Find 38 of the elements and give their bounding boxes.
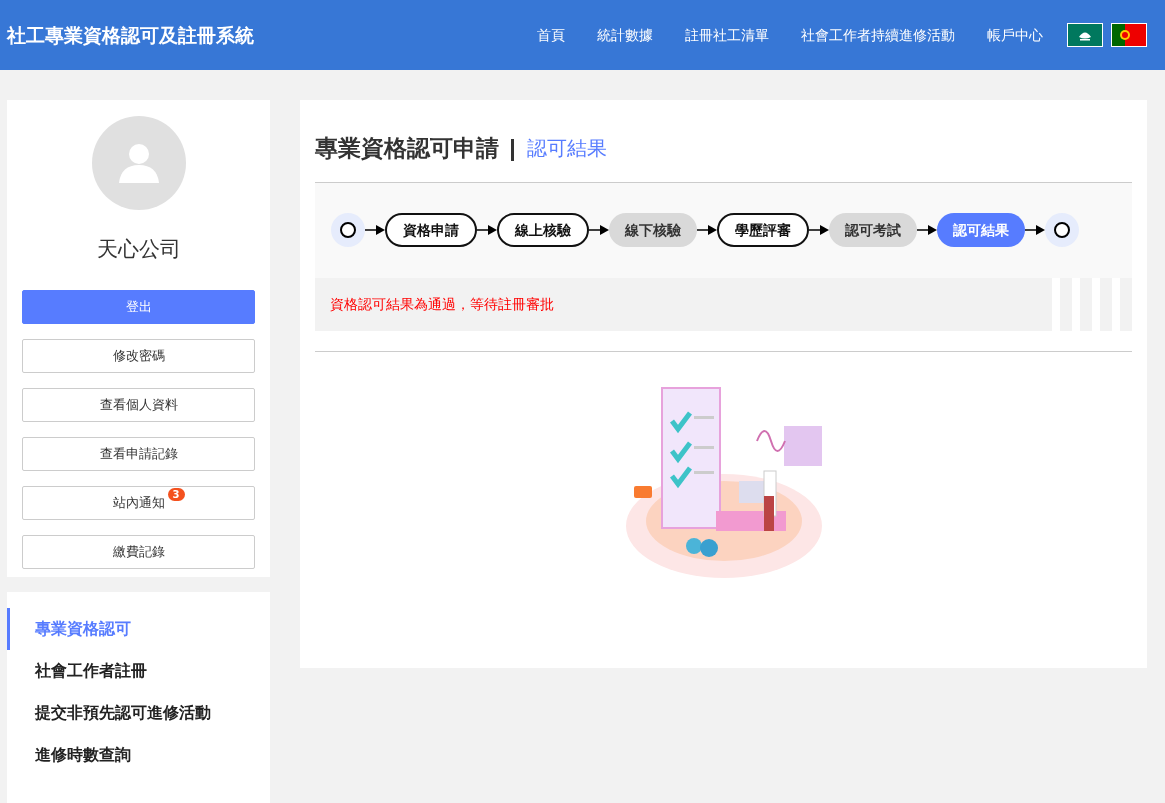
profile-button[interactable]: 查看個人資料 (22, 387, 255, 422)
site-title: 社工專業資格認可及註冊系統 (7, 22, 254, 48)
arrow-icon (809, 225, 829, 235)
notification-badge: 3 (167, 487, 185, 501)
page-subtitle: 認可結果 (527, 135, 607, 163)
arrow-icon (917, 225, 937, 235)
menu-item[interactable]: 專業資格認可 (7, 607, 270, 650)
profile-button[interactable]: 查看申請記錄 (22, 436, 255, 471)
nav-link[interactable]: 社會工作者持續進修活動 (785, 24, 971, 46)
arrow-icon (477, 225, 497, 235)
page-title: 專業資格認可申請 (315, 134, 499, 163)
step-pill: 資格申請 (385, 213, 477, 247)
step-pill: 認可結果 (937, 213, 1025, 247)
nav-link[interactable]: 帳戶中心 (971, 24, 1059, 46)
profile-button[interactable]: 修改密碼 (22, 338, 255, 373)
step-endpoint-icon (1045, 213, 1079, 247)
arrow-icon (365, 225, 385, 235)
step-pill: 認可考試 (829, 213, 917, 247)
nav-link[interactable]: 首頁 (521, 24, 581, 46)
arrow-icon (589, 225, 609, 235)
profile-button[interactable]: 站內通知 3 (22, 485, 255, 520)
company-name: 天心公司 (96, 236, 181, 263)
menu-item[interactable]: 社會工作者註冊 (7, 649, 270, 692)
status-message: 資格認可結果為通過，等待註冊審批 (330, 294, 554, 314)
step-pill: 學歷評審 (717, 213, 809, 247)
nav-link[interactable]: 統計數據 (581, 24, 669, 46)
logout-button[interactable]: 登出 (22, 289, 255, 324)
step-pill: 線下核驗 (609, 213, 697, 247)
step-pill: 線上核驗 (497, 213, 589, 247)
menu-item[interactable]: 提交非預先認可進修活動 (7, 691, 270, 734)
flag-icon[interactable] (1111, 23, 1147, 47)
step-endpoint-icon (331, 213, 365, 247)
flag-icon[interactable] (1067, 23, 1103, 47)
nav-link[interactable]: 註冊社工清單 (669, 24, 785, 46)
arrow-icon (1025, 225, 1045, 235)
arrow-icon (697, 225, 717, 235)
menu-item[interactable]: 進修時數查詢 (7, 733, 270, 776)
profile-button[interactable]: 繳費記錄 (22, 534, 255, 569)
